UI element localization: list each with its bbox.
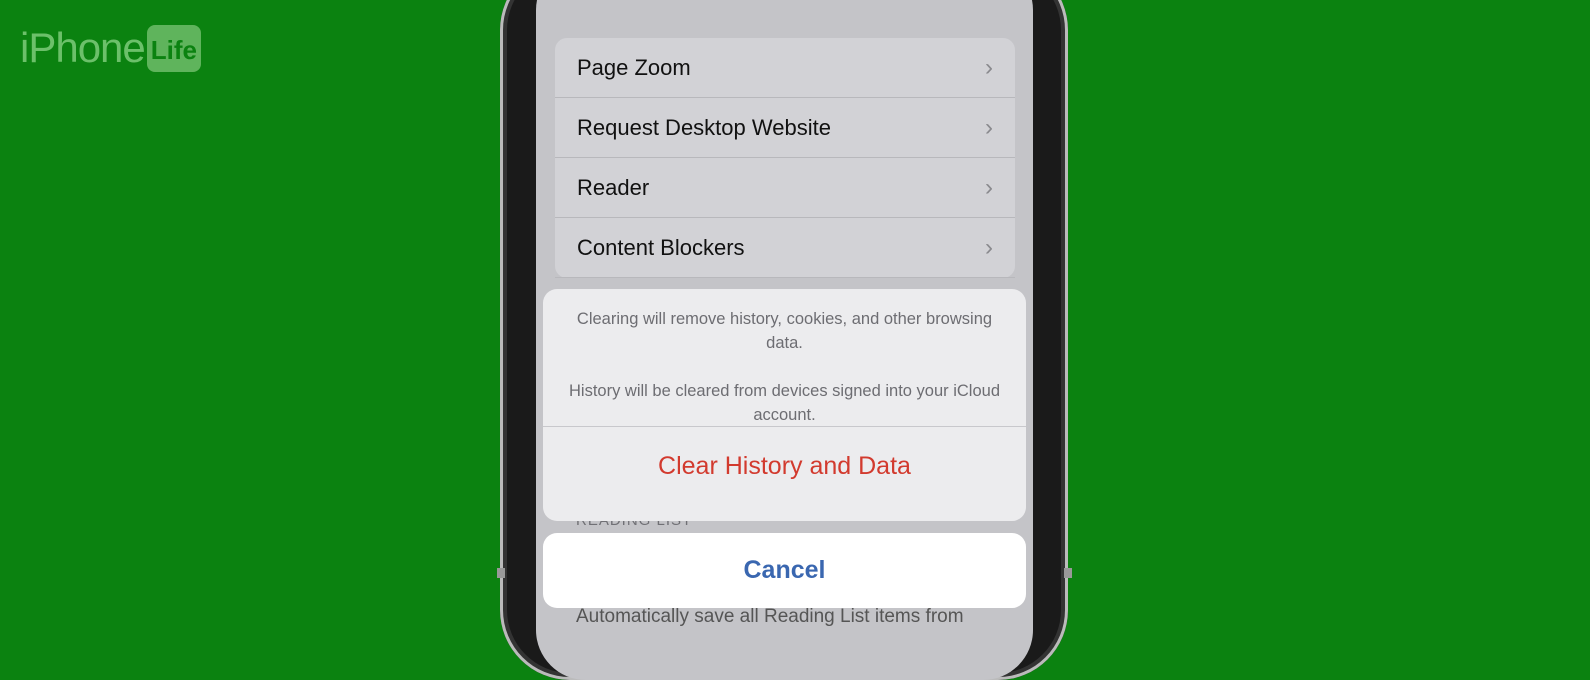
chevron-right-icon: › [985,113,993,141]
action-sheet: Clearing will remove history, cookies, a… [543,289,1026,521]
row-request-desktop[interactable]: Request Desktop Website › [555,98,1015,158]
sheet-message: Clearing will remove history, cookies, a… [543,289,1026,427]
side-button [497,568,505,578]
row-content-blockers[interactable]: Content Blockers › [555,218,1015,278]
chevron-right-icon: › [985,173,993,201]
chevron-right-icon: › [985,53,993,81]
iphonelife-logo: iPhone Life [20,24,202,72]
reading-list-footer: Automatically save all Reading List item… [576,606,964,627]
side-button [1064,568,1072,578]
chevron-right-icon: › [985,233,993,261]
cancel-button[interactable]: Cancel [543,533,1026,608]
row-page-zoom[interactable]: Page Zoom › [555,38,1015,98]
settings-list: Page Zoom › Request Desktop Website › Read… [555,38,1015,278]
row-reader[interactable]: Reader › [555,158,1015,218]
clear-history-button[interactable]: Clear History and Data [543,427,1026,505]
